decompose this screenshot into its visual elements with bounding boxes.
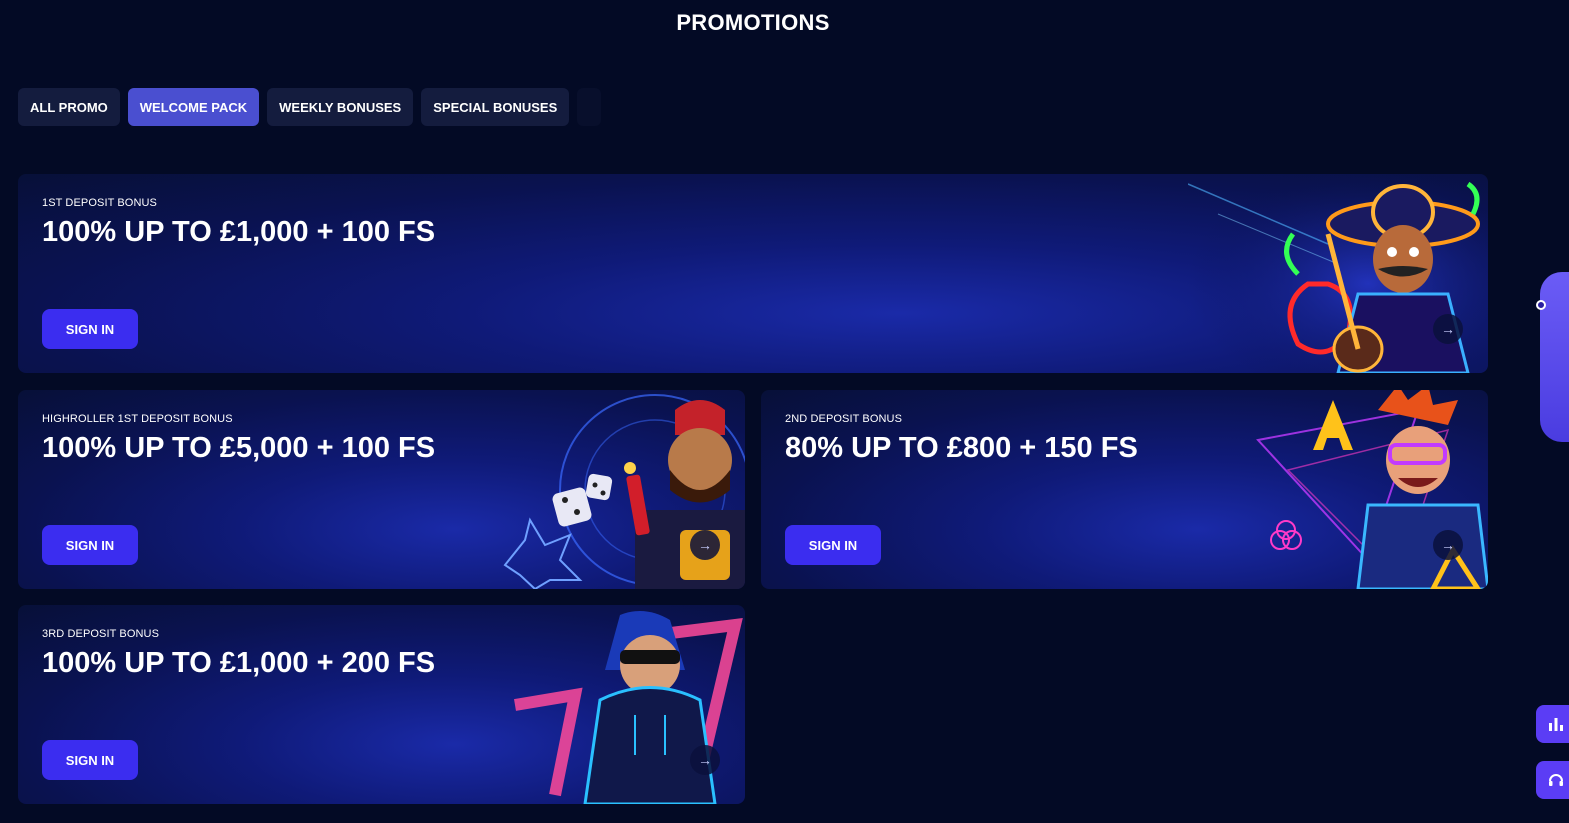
promo-eyebrow: 3RD DEPOSIT BONUS xyxy=(42,628,160,640)
promo-headline: 100% UP TO £1,000 + 200 FS xyxy=(42,647,436,679)
arrow-right-icon[interactable]: → xyxy=(1433,530,1463,560)
arrow-right-icon[interactable]: → xyxy=(690,530,720,560)
page-title: PROMOTIONS xyxy=(676,10,830,35)
arrow-right-icon[interactable]: → xyxy=(690,745,720,775)
promo-eyebrow: HIGHROLLER 1ST DEPOSIT BONUS xyxy=(42,413,233,425)
promo-eyebrow: 2ND DEPOSIT BONUS xyxy=(785,413,903,425)
tab-all-promo[interactable]: ALL PROMO xyxy=(18,88,120,126)
promo-card-1st-deposit[interactable]: 1ST DEPOSIT BONUS 100% UP TO £1,000 + 10… xyxy=(18,174,1488,373)
promo-tabs: ALL PROMO WELCOME PACK WEEKLY BONUSES SP… xyxy=(18,88,602,126)
tab-weekly-bonuses[interactable]: WEEKLY BONUSES xyxy=(267,88,414,126)
headset-glyph xyxy=(1549,774,1563,786)
tab-special-bonuses[interactable]: SPECIAL BONUSES xyxy=(421,88,570,126)
promo-eyebrow: 1ST DEPOSIT BONUS xyxy=(42,197,157,209)
promo-headline: 80% UP TO £800 + 150 FS xyxy=(785,432,1138,464)
wheel-pointer xyxy=(1536,300,1546,310)
sign-in-button[interactable]: SIGN IN xyxy=(42,740,138,780)
fortune-wheel-icon[interactable] xyxy=(1536,272,1569,442)
sign-in-button[interactable]: SIGN IN xyxy=(42,525,138,565)
bar-chart-glyph xyxy=(1549,718,1563,731)
sign-in-button[interactable]: SIGN IN xyxy=(785,525,881,565)
sign-in-button[interactable]: SIGN IN xyxy=(42,309,138,349)
promo-card-highroller[interactable]: HIGHROLLER 1ST DEPOSIT BONUS 100% UP TO … xyxy=(18,390,745,589)
promo-headline: 100% UP TO £5,000 + 100 FS xyxy=(42,432,436,464)
bar-chart-icon[interactable] xyxy=(1536,705,1569,743)
tab-scroll-placeholder xyxy=(577,88,602,126)
promo-card-3rd-deposit[interactable]: 3RD DEPOSIT BONUS 100% UP TO £1,000 + 20… xyxy=(18,605,745,804)
headset-icon[interactable] xyxy=(1536,761,1569,799)
promo-headline: 100% UP TO £1,000 + 100 FS xyxy=(42,216,436,248)
promo-card-2nd-deposit[interactable]: 2ND DEPOSIT BONUS 80% UP TO £800 + 150 F… xyxy=(761,390,1488,589)
arrow-right-icon[interactable]: → xyxy=(1433,314,1463,344)
tab-welcome-pack[interactable]: WELCOME PACK xyxy=(127,88,260,126)
